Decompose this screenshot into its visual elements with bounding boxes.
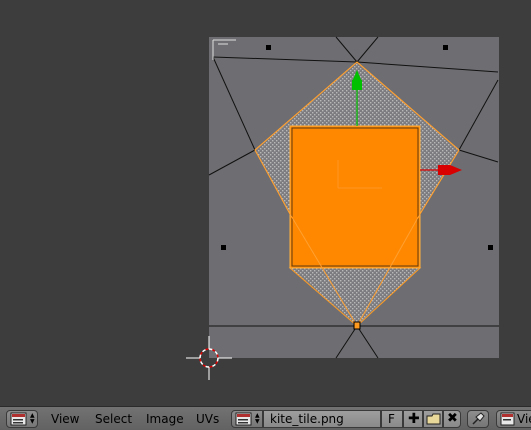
uv-editor-viewport[interactable] — [0, 0, 531, 406]
plus-icon: ✚ — [408, 411, 420, 427]
uv-editor-header: ▲ ▼ View Select Image UVs ▲ ▼ kite_tile.pn… — [0, 406, 531, 430]
menu-image[interactable]: Image — [146, 411, 184, 427]
pin-icon — [472, 412, 485, 425]
fake-user-label: F — [388, 412, 395, 426]
image-editor-icon — [10, 412, 27, 426]
fake-user-button[interactable]: F — [381, 410, 403, 428]
view-mode-selector[interactable]: Vie — [496, 410, 531, 428]
close-icon: ✖ — [447, 411, 458, 426]
image-editor-icon — [500, 412, 515, 426]
image-browse-icon — [235, 412, 252, 426]
menu-view[interactable]: View — [51, 411, 79, 427]
menu-uvs[interactable]: UVs — [196, 411, 219, 427]
uv-canvas[interactable] — [0, 0, 531, 406]
view-mode-label: Vie — [517, 412, 531, 426]
image-browse-button[interactable]: ▲ ▼ — [231, 410, 263, 428]
open-image-button[interactable] — [423, 410, 443, 428]
uv-active-vertex[interactable] — [353, 321, 361, 330]
new-image-button[interactable]: ✚ — [403, 410, 423, 428]
editor-type-selector[interactable]: ▲ ▼ — [6, 410, 38, 428]
unlink-image-button[interactable]: ✖ — [443, 410, 461, 428]
image-name-field[interactable]: kite_tile.png — [263, 410, 381, 428]
menu-select[interactable]: Select — [95, 411, 132, 427]
updown-icon: ▲ ▼ — [30, 412, 35, 425]
folder-icon — [426, 413, 441, 425]
pin-button[interactable] — [467, 410, 489, 428]
updown-icon: ▲ ▼ — [255, 412, 260, 425]
